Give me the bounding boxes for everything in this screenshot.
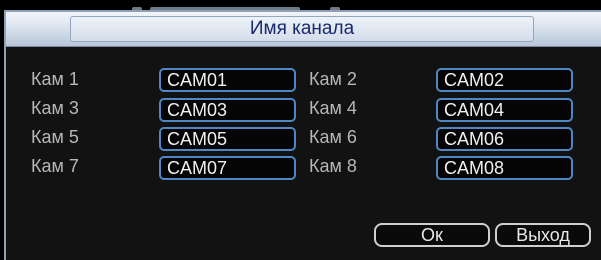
channel-name-field-7[interactable] [159,156,296,180]
channel-name-screen: Имя канала Кам 1 Кам 2 Кам 3 Кам 4 Кам 5… [0,0,601,260]
channel-label-5: Кам 5 [31,127,79,147]
channel-label-6: Кам 6 [309,127,357,147]
dialog-title: Имя канала [70,16,534,42]
channel-name-field-1[interactable] [159,68,296,92]
ok-button[interactable]: Ок [374,223,490,247]
channel-name-dialog: Имя канала Кам 1 Кам 2 Кам 3 Кам 4 Кам 5… [4,10,601,260]
dialog-titlebar: Имя канала [6,12,601,47]
channel-name-field-3[interactable] [159,98,296,122]
channel-label-3: Кам 3 [31,98,79,118]
channel-name-field-8[interactable] [436,156,573,180]
channel-label-4: Кам 4 [309,98,357,118]
channel-label-8: Кам 8 [309,156,357,176]
channel-label-7: Кам 7 [31,156,79,176]
channel-name-field-2[interactable] [436,68,573,92]
channel-label-2: Кам 2 [309,69,357,89]
channel-name-field-6[interactable] [436,127,573,151]
exit-button[interactable]: Выход [495,223,591,247]
channel-name-field-4[interactable] [436,98,573,122]
channel-name-field-5[interactable] [159,127,296,151]
dialog-body: Кам 1 Кам 2 Кам 3 Кам 4 Кам 5 Кам 6 Кам … [6,47,601,260]
channel-label-1: Кам 1 [31,69,79,89]
